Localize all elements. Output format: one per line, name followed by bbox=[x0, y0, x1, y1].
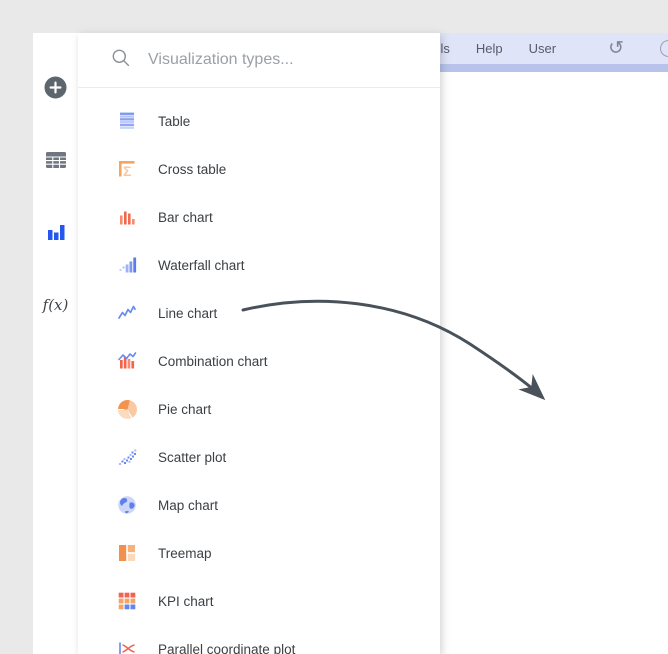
left-toolbar: f(x) bbox=[33, 33, 78, 654]
viz-item-label: Bar chart bbox=[158, 209, 213, 225]
viz-item-label: Scatter plot bbox=[158, 449, 227, 465]
waterfall-chart-icon bbox=[116, 254, 138, 276]
bar-chart-icon bbox=[116, 206, 138, 228]
viz-item-label: Line chart bbox=[158, 305, 218, 321]
parallel-coordinate-plot-icon bbox=[116, 638, 138, 654]
viz-item-label: KPI chart bbox=[158, 593, 214, 609]
fx-function-icon: f(x) bbox=[42, 296, 69, 314]
search-icon bbox=[111, 48, 131, 73]
menu-item-help[interactable]: Help bbox=[476, 41, 503, 56]
visualizations-button[interactable] bbox=[43, 220, 69, 246]
visualization-picker-panel: Table Σ Cross table bbox=[78, 33, 440, 654]
search-bar bbox=[78, 33, 440, 88]
viz-item-table[interactable]: Table bbox=[78, 97, 440, 145]
viz-item-waterfall-chart[interactable]: Waterfall chart bbox=[78, 241, 440, 289]
viz-item-label: Cross table bbox=[158, 161, 227, 177]
add-plus-circle-icon bbox=[44, 76, 67, 102]
viz-item-kpi-chart[interactable]: KPI chart bbox=[78, 577, 440, 625]
viz-item-label: Combination chart bbox=[158, 353, 268, 369]
viz-item-label: Map chart bbox=[158, 497, 219, 513]
visualization-list: Table Σ Cross table Bar chart Waterfall … bbox=[78, 88, 440, 654]
viz-item-combination-chart[interactable]: Combination chart bbox=[78, 337, 440, 385]
kpi-chart-icon bbox=[116, 590, 138, 612]
top-menu-bar: Tools Help User ↺ bbox=[420, 33, 668, 64]
viz-item-pie-chart[interactable]: Pie chart bbox=[78, 385, 440, 433]
redo-icon-partial[interactable] bbox=[660, 40, 668, 57]
line-chart-icon bbox=[116, 302, 138, 324]
application-window: Tools Help User ↺ bbox=[0, 0, 668, 654]
viz-item-label: Pie chart bbox=[158, 401, 212, 417]
visualizations-bar-chart-icon bbox=[45, 221, 67, 246]
viz-item-parallel-coordinate-plot[interactable]: Parallel coordinate plot bbox=[78, 625, 440, 654]
map-chart-icon bbox=[116, 494, 138, 516]
data-table-icon bbox=[45, 150, 67, 173]
viz-item-cross-table[interactable]: Σ Cross table bbox=[78, 145, 440, 193]
viz-item-treemap[interactable]: Treemap bbox=[78, 529, 440, 577]
table-icon bbox=[116, 110, 138, 132]
treemap-icon bbox=[116, 542, 138, 564]
functions-button[interactable]: f(x) bbox=[43, 292, 69, 318]
viz-item-map-chart[interactable]: Map chart bbox=[78, 481, 440, 529]
viz-item-label: Treemap bbox=[158, 545, 212, 561]
topbar-accent-strip bbox=[440, 64, 668, 72]
cross-table-icon: Σ bbox=[116, 158, 138, 180]
viz-item-line-chart[interactable]: Line chart bbox=[78, 289, 440, 337]
pie-chart-icon bbox=[116, 398, 138, 420]
viz-item-bar-chart[interactable]: Bar chart bbox=[78, 193, 440, 241]
combination-chart-icon bbox=[116, 350, 138, 372]
svg-text:Σ: Σ bbox=[123, 163, 131, 179]
undo-icon[interactable]: ↺ bbox=[608, 39, 624, 58]
add-visualization-button[interactable] bbox=[43, 76, 69, 102]
data-tables-button[interactable] bbox=[43, 148, 69, 174]
menu-item-user[interactable]: User bbox=[529, 41, 556, 56]
viz-item-label: Parallel coordinate plot bbox=[158, 641, 296, 654]
viz-item-label: Waterfall chart bbox=[158, 257, 245, 273]
search-input[interactable] bbox=[146, 50, 420, 70]
viz-item-scatter-plot[interactable]: Scatter plot bbox=[78, 433, 440, 481]
viz-item-label: Table bbox=[158, 113, 191, 129]
scatter-plot-icon bbox=[116, 446, 138, 468]
